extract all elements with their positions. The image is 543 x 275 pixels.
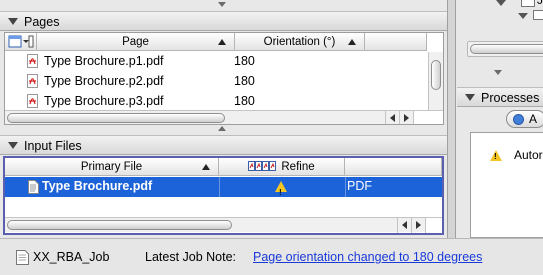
tree-panel: Jo — [457, 0, 543, 82]
arrow-right-icon — [416, 221, 421, 229]
table-row[interactable]: Type Brochure.p3.pdf 180 — [5, 92, 427, 111]
job-document-icon — [16, 250, 29, 265]
orientation-cell: 180 — [234, 94, 255, 108]
tree-folder-icon — [521, 0, 535, 7]
arrow-right-icon — [404, 114, 409, 122]
pdf-file-icon — [27, 74, 38, 88]
disclosure-triangle-icon[interactable] — [8, 18, 18, 25]
processes-toolbar: A — [457, 108, 543, 130]
process-item-label[interactable]: Autor — [514, 148, 543, 162]
scroll-thumb[interactable] — [470, 44, 543, 54]
disclosure-triangle-icon[interactable] — [8, 142, 18, 149]
process-icon — [513, 114, 524, 125]
job-name: XX_RBA_Job — [33, 250, 110, 264]
pages-table: Page Orientation (°) Type Brochure.p1.pd… — [4, 32, 444, 125]
column-header-orientation[interactable]: Orientation (°) — [235, 33, 365, 51]
column-header-refine-label: Refine — [281, 161, 315, 173]
resize-corner[interactable] — [413, 111, 443, 124]
scroll-thumb[interactable] — [431, 60, 441, 90]
orientation-cell: 180 — [234, 74, 255, 88]
tree-scrollbar[interactable] — [467, 41, 543, 57]
orientation-cell: 180 — [234, 54, 255, 68]
scroll-right-button[interactable] — [399, 111, 413, 124]
column-options-button[interactable] — [5, 33, 37, 51]
columns-icon — [8, 35, 33, 48]
column-divider — [219, 177, 220, 197]
sort-ascending-icon — [202, 164, 210, 170]
scroll-left-button[interactable] — [385, 111, 399, 124]
arrow-left-icon — [402, 221, 407, 229]
envelope-icon — [533, 10, 543, 20]
file-type-cell: PDF — [347, 179, 372, 193]
scroll-right-button[interactable] — [411, 218, 425, 233]
pages-panel-header[interactable]: Pages — [0, 11, 447, 31]
tree-expand-icon[interactable] — [518, 13, 528, 19]
arrow-left-icon — [390, 114, 395, 122]
sort-ascending-icon — [348, 39, 356, 45]
column-header-refine[interactable]: Refine — [219, 158, 345, 176]
tree-item-label[interactable]: Jo — [537, 0, 543, 7]
column-header-page[interactable]: Page — [37, 33, 235, 51]
column-splitter[interactable] — [447, 0, 456, 238]
table-row[interactable]: Type Brochure.p1.pdf 180 — [5, 52, 427, 71]
column-header-empty — [365, 33, 427, 51]
warning-icon: ! — [490, 150, 502, 161]
tree-expand-icon[interactable] — [496, 0, 506, 6]
middle-splitter[interactable] — [0, 126, 447, 134]
processes-list: ! Autor — [470, 132, 543, 238]
pdf-file-icon — [27, 94, 38, 108]
table-row-selected[interactable]: Type Brochure.pdf ! PDF — [5, 177, 442, 197]
scroll-thumb[interactable] — [7, 220, 232, 230]
column-header-primary-file[interactable]: Primary File — [5, 158, 219, 176]
column-header-orientation-label: Orientation (°) — [263, 36, 336, 48]
warning-icon: ! — [275, 181, 287, 197]
pages-panel-title: Pages — [24, 15, 60, 29]
latest-note-label: Latest Job Note: — [145, 250, 237, 264]
processes-panel-header[interactable]: Processes — [457, 87, 543, 107]
resize-corner[interactable] — [425, 218, 442, 233]
processes-panel-title: Processes — [481, 91, 540, 105]
scroll-left-button[interactable] — [397, 218, 411, 233]
latest-note-link[interactable]: Page orientation changed to 180 degrees — [253, 250, 482, 264]
column-header-page-label: Page — [122, 36, 149, 48]
table-row[interactable]: Type Brochure.p2.pdf 180 — [5, 72, 427, 91]
processes-button-label: A — [529, 112, 538, 126]
disclosure-triangle-icon[interactable] — [465, 94, 475, 101]
column-divider — [345, 177, 346, 197]
pages-vertical-scrollbar[interactable] — [428, 52, 443, 112]
sort-ascending-icon — [218, 39, 226, 45]
pdf-file-icon — [27, 54, 38, 68]
refine-icon — [248, 161, 277, 171]
pages-horizontal-scrollbar[interactable] — [5, 110, 443, 124]
page-name-cell: Type Brochure.p2.pdf — [44, 74, 164, 88]
primary-file-cell: Type Brochure.pdf — [42, 179, 153, 193]
top-splitter[interactable] — [0, 0, 447, 10]
page-name-cell: Type Brochure.p1.pdf — [44, 54, 164, 68]
input-files-horizontal-scrollbar[interactable] — [5, 217, 442, 233]
status-bar: XX_RBA_Job Latest Job Note: Page orienta… — [0, 238, 543, 275]
column-header-type[interactable] — [345, 158, 442, 176]
document-icon — [28, 180, 39, 194]
input-files-panel-header[interactable]: Input Files — [0, 135, 447, 155]
column-header-primary-file-label: Primary File — [80, 161, 143, 173]
scroll-thumb[interactable] — [7, 113, 225, 123]
input-files-table: Primary File Refine Type Brochure.pdf ! … — [3, 156, 444, 235]
right-splitter[interactable] — [457, 68, 543, 78]
processes-add-button[interactable]: A — [506, 110, 543, 128]
input-files-panel-title: Input Files — [24, 139, 82, 153]
page-name-cell: Type Brochure.p3.pdf — [44, 94, 164, 108]
